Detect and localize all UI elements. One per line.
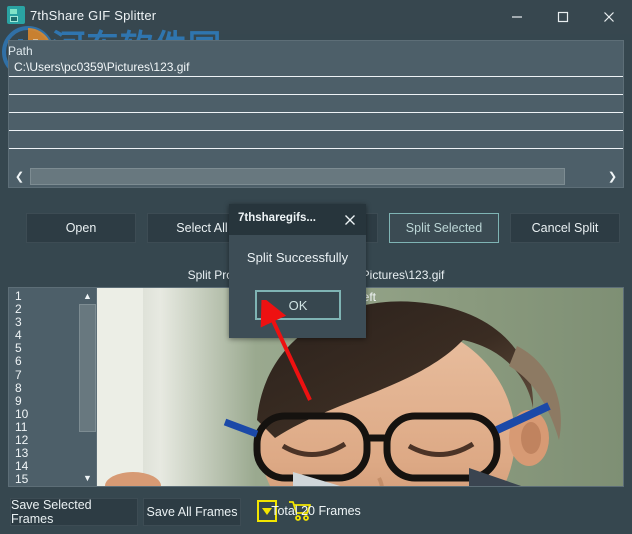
- file-list-rows: C:\Users\pc0359\Pictures\123.gif: [9, 59, 623, 185]
- list-item[interactable]: 7: [15, 368, 79, 382]
- split-success-dialog: 7thsharegifs... Split Successfully OK: [229, 204, 366, 338]
- file-path-cell: C:\Users\pc0359\Pictures\123.gif: [14, 60, 190, 74]
- chevron-down-icon[interactable]: ▼: [79, 470, 96, 486]
- title-bar: 7thShare GIF Splitter: [0, 0, 632, 34]
- chevron-left-icon[interactable]: ❮: [9, 166, 30, 187]
- scrollbar-thumb[interactable]: [79, 304, 96, 432]
- vertical-scrollbar[interactable]: ▲ ▼: [79, 288, 96, 486]
- list-item[interactable]: 1: [15, 289, 79, 303]
- dialog-title-bar: 7thsharegifs...: [229, 204, 366, 235]
- column-header-path: Path: [8, 44, 33, 58]
- dialog-message: Split Successfully: [246, 250, 349, 265]
- scrollbar-thumb[interactable]: [30, 168, 565, 185]
- dialog-title: 7thsharegifs...: [238, 212, 316, 224]
- maximize-button[interactable]: [540, 0, 586, 34]
- frame-number-list[interactable]: 1 2 3 4 5 6 7 8 9 10 11 12 13 14 15 ▲ ▼: [9, 288, 97, 486]
- list-item[interactable]: 8: [15, 381, 79, 395]
- table-row[interactable]: [9, 131, 623, 149]
- table-row[interactable]: [9, 77, 623, 95]
- list-item[interactable]: 10: [15, 407, 79, 421]
- close-icon: [604, 12, 614, 22]
- window-controls: [494, 0, 632, 34]
- chevron-right-icon[interactable]: ❯: [602, 166, 623, 187]
- dialog-ok-button[interactable]: OK: [255, 290, 341, 320]
- app-icon: [7, 6, 25, 24]
- window-title: 7thShare GIF Splitter: [30, 8, 157, 23]
- list-item[interactable]: 4: [15, 329, 79, 342]
- dialog-close-button[interactable]: [340, 210, 360, 230]
- minimize-icon: [512, 16, 522, 18]
- list-item[interactable]: 9: [15, 394, 79, 408]
- scrollbar-track[interactable]: [30, 168, 602, 185]
- bottom-bar: Save Selected Frames Save All Frames Tot…: [0, 492, 632, 534]
- frame-items: 1 2 3 4 5 6 7 8 9 10 11 12 13 14 15: [9, 288, 79, 486]
- open-button[interactable]: Open: [26, 213, 136, 243]
- chevron-up-icon[interactable]: ▲: [79, 288, 96, 304]
- table-row[interactable]: [9, 113, 623, 131]
- list-item[interactable]: 5: [15, 342, 79, 355]
- table-row[interactable]: C:\Users\pc0359\Pictures\123.gif: [9, 59, 623, 77]
- scrollbar-track[interactable]: [79, 304, 96, 470]
- split-selected-button[interactable]: Split Selected: [389, 213, 499, 243]
- list-item[interactable]: 15: [15, 473, 79, 486]
- app-window: 7thShare GIF Splitter C:\Users\pc0359\Pi…: [0, 0, 632, 534]
- maximize-icon: [557, 11, 569, 23]
- close-button[interactable]: [586, 0, 632, 34]
- list-item[interactable]: 6: [15, 355, 79, 368]
- file-list-panel: C:\Users\pc0359\Pictures\123.gif ❮ ❯: [8, 40, 624, 188]
- close-icon: [345, 215, 355, 225]
- horizontal-scrollbar[interactable]: ❮ ❯: [9, 166, 623, 187]
- cancel-split-button[interactable]: Cancel Split: [510, 213, 620, 243]
- table-row[interactable]: [9, 95, 623, 113]
- minimize-button[interactable]: [494, 0, 540, 34]
- table-row[interactable]: [9, 149, 623, 167]
- list-item[interactable]: 3: [15, 316, 79, 329]
- total-frames-label: Total 20 Frames: [271, 504, 361, 518]
- list-item[interactable]: 2: [15, 302, 79, 316]
